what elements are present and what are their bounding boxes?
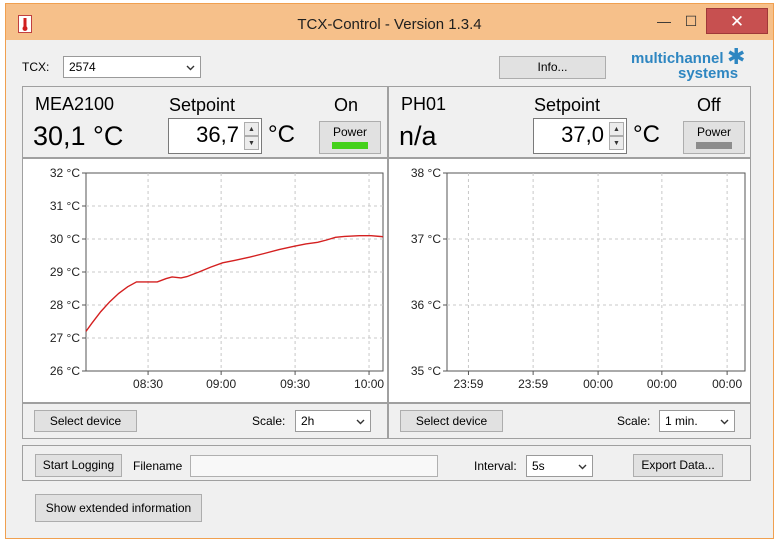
logo-star-icon: ✱ bbox=[727, 44, 746, 69]
right-status-panel: PH01 n/a Setpoint 37,0 ▲ ▼ °C Off Power bbox=[388, 86, 751, 158]
x-tick-label: 10:00 bbox=[354, 377, 384, 391]
x-tick-label: 08:30 bbox=[133, 377, 163, 391]
logging-panel: Start Logging Filename Interval: 5s Expo… bbox=[22, 445, 751, 481]
x-tick-label: 09:30 bbox=[280, 377, 310, 391]
left-temperature: 30,1 °C bbox=[33, 121, 124, 151]
x-tick-label: 00:00 bbox=[647, 377, 677, 391]
right-setpoint-label: Setpoint bbox=[534, 95, 601, 115]
right-temperature-chart: 38 °C 37 °C 36 °C 35 °C 23:59 23:59 00:00 00:00… bbox=[411, 166, 746, 391]
plot-area bbox=[446, 172, 746, 372]
left-temperature-chart: 32 °C 31 °C 30 °C 29 °C 28 °C 27 °C 26 °C 08:30… bbox=[50, 166, 385, 391]
left-power-state: On bbox=[334, 95, 359, 115]
y-tick-label: 32 °C bbox=[50, 166, 80, 180]
left-status-panel: MEA2100 30,1 °C Setpoint 36,7 ▲ ▼ °C On … bbox=[22, 86, 388, 158]
right-scale-value: 1 min. bbox=[665, 414, 698, 428]
start-logging-button[interactable]: Start Logging bbox=[35, 454, 122, 477]
tcx-select-value: 2574 bbox=[69, 60, 96, 74]
left-scale-select[interactable]: 2h bbox=[295, 410, 371, 432]
left-setpoint-up-arrow-icon[interactable]: ▲ bbox=[244, 122, 259, 136]
right-setpoint-up-arrow-icon[interactable]: ▲ bbox=[609, 122, 624, 136]
chevron-down-icon bbox=[578, 464, 587, 470]
y-tick-label: 27 °C bbox=[50, 331, 80, 345]
filename-label: Filename bbox=[133, 459, 183, 473]
right-power-button[interactable]: Power bbox=[683, 121, 745, 154]
y-tick-label: 29 °C bbox=[50, 265, 80, 279]
left-scale-value: 2h bbox=[301, 414, 315, 428]
left-power-led bbox=[332, 142, 368, 149]
tcx-select[interactable]: 2574 bbox=[63, 56, 201, 78]
y-tick-label: 38 °C bbox=[411, 166, 441, 180]
right-setpoint-unit: °C bbox=[633, 121, 660, 148]
left-power-button[interactable]: Power bbox=[319, 121, 381, 154]
close-button[interactable]: ✕ bbox=[706, 8, 768, 34]
left-setpoint-spinner[interactable]: 36,7 ▲ ▼ bbox=[168, 118, 262, 154]
y-tick-label: 30 °C bbox=[50, 232, 80, 246]
left-setpoint-value: 36,7 bbox=[196, 122, 239, 147]
interval-select[interactable]: 5s bbox=[526, 455, 593, 477]
right-device-name: PH01 bbox=[401, 94, 447, 114]
right-chart-panel: 38 °C 37 °C 36 °C 35 °C 23:59 23:59 00:00 00:00… bbox=[388, 158, 751, 403]
left-device-name: MEA2100 bbox=[35, 94, 115, 114]
right-scale-select[interactable]: 1 min. bbox=[659, 410, 735, 432]
right-controls-row: Select device Scale: 1 min. bbox=[388, 403, 751, 439]
y-tick-label: 36 °C bbox=[411, 298, 441, 312]
left-power-label: Power bbox=[332, 125, 367, 139]
filename-field[interactable] bbox=[190, 455, 438, 477]
chevron-down-icon bbox=[186, 65, 195, 71]
maximize-button[interactable]: ☐ bbox=[678, 8, 704, 34]
y-tick-label: 26 °C bbox=[50, 364, 80, 378]
right-power-led bbox=[696, 142, 732, 149]
x-tick-label: 23:59 bbox=[518, 377, 548, 391]
left-setpoint-down-arrow-icon[interactable]: ▼ bbox=[244, 136, 259, 150]
left-select-device-button[interactable]: Select device bbox=[34, 410, 137, 432]
right-setpoint-spinner[interactable]: 37,0 ▲ ▼ bbox=[533, 118, 627, 154]
left-controls-row: Select device Scale: 2h bbox=[22, 403, 388, 439]
x-tick-label: 00:00 bbox=[583, 377, 613, 391]
y-tick-label: 28 °C bbox=[50, 298, 80, 312]
left-setpoint-label: Setpoint bbox=[169, 95, 236, 115]
right-select-device-button[interactable]: Select device bbox=[400, 410, 503, 432]
left-scale-label: Scale: bbox=[252, 414, 286, 428]
title-bar: TCX-Control - Version 1.3.4 — ☐ ✕ bbox=[6, 4, 773, 40]
right-power-label: Power bbox=[696, 125, 731, 139]
right-scale-label: Scale: bbox=[617, 414, 651, 428]
left-setpoint-unit: °C bbox=[268, 121, 295, 148]
y-tick-label: 31 °C bbox=[50, 199, 80, 213]
right-setpoint-value: 37,0 bbox=[561, 122, 604, 147]
export-data-button[interactable]: Export Data... bbox=[633, 454, 723, 477]
interval-label: Interval: bbox=[474, 459, 517, 473]
show-extended-information-button[interactable]: Show extended information bbox=[35, 494, 202, 522]
x-tick-label: 09:00 bbox=[206, 377, 236, 391]
right-temperature: n/a bbox=[399, 121, 437, 151]
y-tick-label: 37 °C bbox=[411, 232, 441, 246]
interval-value: 5s bbox=[532, 459, 545, 473]
info-button[interactable]: Info... bbox=[499, 56, 606, 79]
y-tick-label: 35 °C bbox=[411, 364, 441, 378]
app-window: TCX-Control - Version 1.3.4 — ☐ ✕ TCX: 2… bbox=[5, 3, 774, 539]
x-tick-label: 23:59 bbox=[453, 377, 483, 391]
minimize-button[interactable]: — bbox=[651, 8, 677, 34]
tcx-label: TCX: bbox=[22, 60, 50, 74]
x-tick-label: 00:00 bbox=[712, 377, 742, 391]
chevron-down-icon bbox=[356, 419, 365, 425]
left-chart-panel: 32 °C 31 °C 30 °C 29 °C 28 °C 27 °C 26 °C 08:30… bbox=[22, 158, 388, 403]
right-setpoint-down-arrow-icon[interactable]: ▼ bbox=[609, 136, 624, 150]
chevron-down-icon bbox=[720, 419, 729, 425]
right-power-state: Off bbox=[697, 95, 721, 115]
